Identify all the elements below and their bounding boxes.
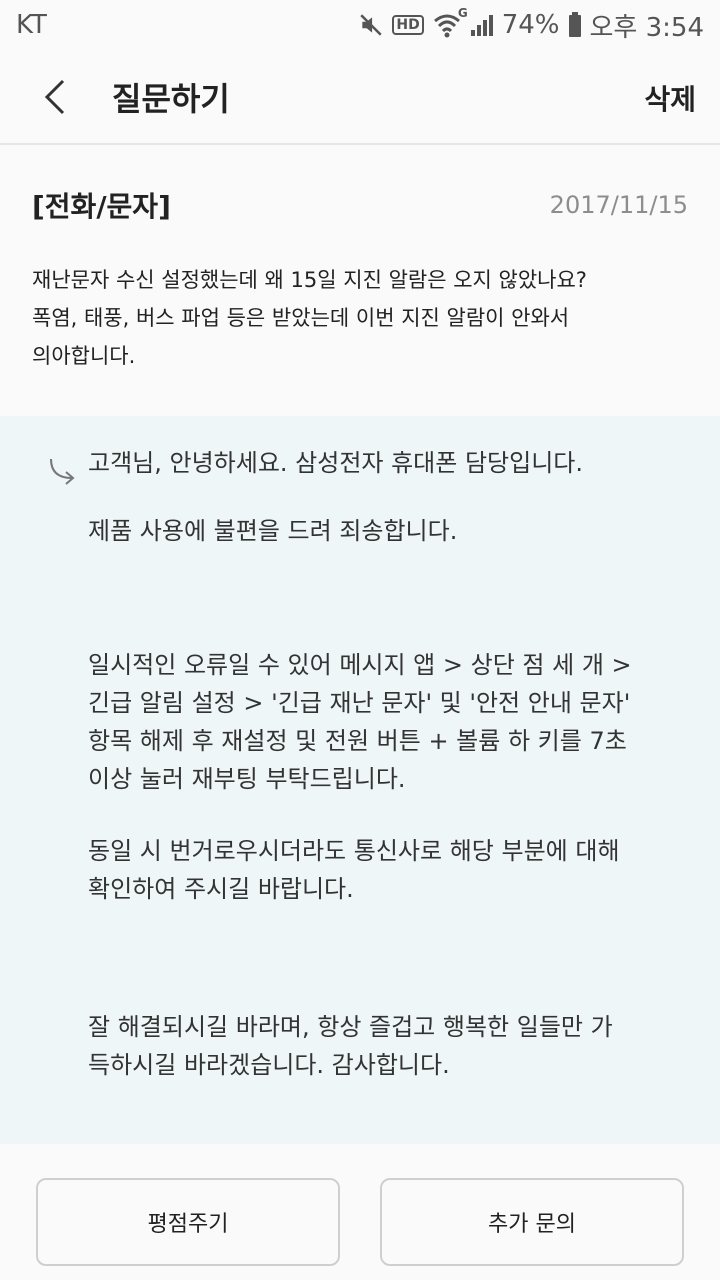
question-header: [전화/문자] 2017/11/15 [32, 185, 688, 225]
app-bar: 질문하기 삭제 [0, 50, 720, 145]
question-section: [전화/문자] 2017/11/15 재난문자 수신 설정했는데 왜 15일 지… [0, 147, 720, 415]
additional-inquiry-button[interactable]: 추가 문의 [380, 1178, 684, 1266]
rate-button[interactable]: 평점주기 [36, 1178, 340, 1266]
answer-paragraph: 잘 해결되시길 바라며, 항상 즐겁고 행복한 일들만 가 득하시길 바라겠습니… [88, 1013, 613, 1079]
reply-arrow-icon [48, 456, 78, 490]
back-arrow-icon [44, 79, 65, 114]
answer-paragraph: 일시적인 오류일 수 있어 메시지 앱 > 상단 점 세 개 > 긴급 알림 설… [88, 651, 632, 793]
answer-paragraph: 제품 사용에 불편을 드려 죄송합니다. [88, 517, 458, 545]
page-title: 질문하기 [112, 79, 230, 118]
status-bar: KT HD G 74% 오후 3:54 [0, 0, 720, 50]
hd-label: HD [396, 17, 420, 33]
wifi-icon: G [432, 6, 468, 38]
carrier-label: KT [16, 10, 47, 40]
bottom-action-bar: 평점주기 추가 문의 [0, 1144, 720, 1280]
signal-icon [470, 13, 494, 37]
delete-button[interactable]: 삭제 [644, 50, 696, 145]
question-date: 2017/11/15 [549, 191, 688, 219]
battery-percent: 74% [501, 10, 560, 40]
status-icons: HD G 74% 오후 3:54 [358, 6, 705, 44]
network-type-label: G [457, 6, 468, 20]
hd-icon: HD [392, 15, 424, 35]
question-body: 재난문자 수신 설정했는데 왜 15일 지진 알람은 오지 않았나요? 폭염, … [32, 268, 587, 368]
clock: 오후 3:54 [589, 12, 705, 43]
mute-icon [358, 12, 384, 38]
battery-icon [568, 12, 582, 38]
question-category: [전화/문자] [32, 190, 171, 223]
answer-section: 고객님, 안녕하세요. 삼성전자 휴대폰 담당입니다. 제품 사용에 불편을 드… [0, 416, 720, 1144]
back-button[interactable] [10, 49, 100, 144]
answer-paragraph: 고객님, 안녕하세요. 삼성전자 휴대폰 담당입니다. [88, 449, 584, 477]
answer-paragraph: 동일 시 번거로우시더라도 통신사로 해당 부분에 대해 확인하여 주시길 바랍… [88, 837, 620, 903]
